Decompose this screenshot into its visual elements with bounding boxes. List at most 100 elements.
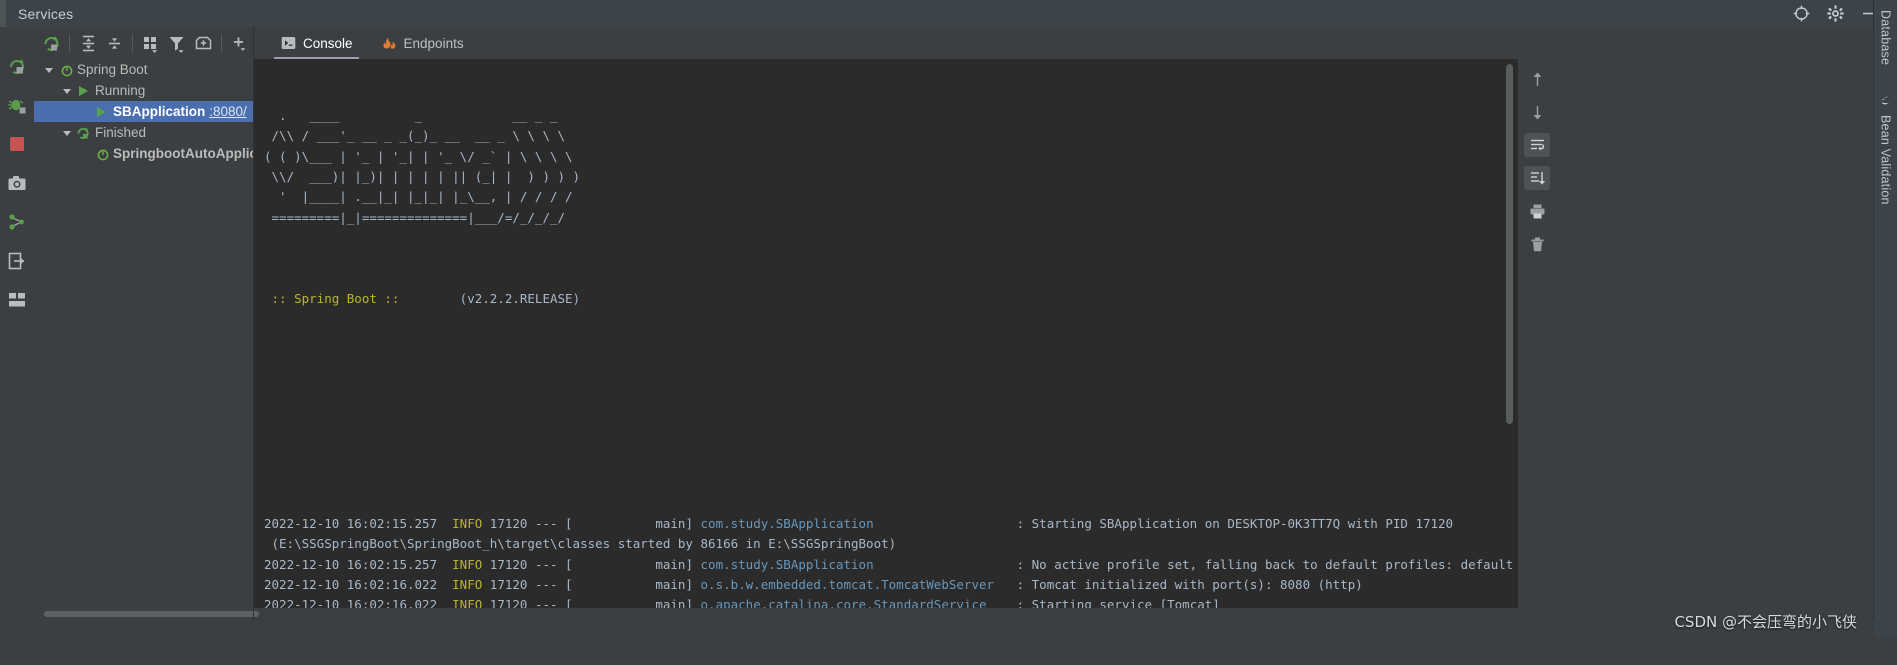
log-pid: 17120 --- [ <box>482 515 573 531</box>
structure-icon[interactable] <box>6 211 28 233</box>
log-logger: o.s.b.w.embedded.tomcat.TomcatWebServer <box>700 576 995 592</box>
log-timestamp: 2022-12-10 16:02:16.022 <box>264 597 453 608</box>
scroll-to-end-icon[interactable] <box>1524 166 1550 190</box>
tree-node-sbapplication[interactable]: SBApplication :8080/ <box>34 101 254 122</box>
tree-node-label: SpringbootAutoApplica <box>113 146 254 161</box>
banner-line: =========|_|==============|___/=/_/_/_/ <box>264 209 566 225</box>
titlebar: Services <box>0 0 1897 27</box>
log-pid: 17120 --- [ <box>482 556 573 572</box>
twisty-none <box>78 101 92 122</box>
log-thread: main] <box>572 556 701 572</box>
rerun-icon[interactable] <box>38 30 64 56</box>
spring-boot-version: (v2.2.2.RELEASE) <box>407 291 581 307</box>
soft-wrap-icon[interactable] <box>1524 133 1550 157</box>
right-tab-label: Database <box>1878 10 1893 66</box>
log-message: : No active profile set, falling back to… <box>873 556 1514 572</box>
right-tab-database[interactable]: Database <box>1874 10 1897 65</box>
banner-line: \\/ ___)| |_)| | | | | || (_| | ) ) ) ) <box>264 168 581 184</box>
application-port-link[interactable]: :8080/ <box>209 104 247 119</box>
spring-boot-ascii-banner: . ____ _ __ _ _ /\\ / ___'_ __ _ _(_)_ _… <box>264 106 1518 228</box>
banner-line: . ____ _ __ _ _ <box>264 107 558 123</box>
log-logger: o.apache.catalina.core.StandardService <box>700 597 987 608</box>
log-level: INFO <box>452 576 483 592</box>
console-vertical-scrollbar[interactable] <box>1505 64 1514 608</box>
banner-line: ' |____| .__|_| |_|_| |_\__, | / / / / <box>264 189 573 205</box>
toolbar-separator-3 <box>221 34 222 52</box>
add-tab-icon[interactable] <box>190 30 216 56</box>
tree-scrollbar-thumb[interactable] <box>44 611 259 617</box>
twisty-expanded-icon[interactable] <box>60 122 74 143</box>
tree-node-springbootautoapplication[interactable]: SpringbootAutoApplica <box>34 143 254 164</box>
right-tool-strip: Database Bean Validation <box>1874 0 1897 637</box>
tree-node-label: Finished <box>95 125 147 140</box>
endpoints-icon <box>381 35 397 51</box>
log-message: : Starting service [Tomcat] <box>986 597 1220 608</box>
toolbar-separator-2 <box>132 34 133 52</box>
log-timestamp: 2022-12-10 16:02:16.022 <box>264 576 453 592</box>
collapse-all-icon[interactable] <box>101 30 127 56</box>
watermark-text: CSDN @不会压弯的小飞侠 <box>1674 613 1857 631</box>
tree-node-finished[interactable]: Finished <box>34 122 254 143</box>
log-message: : Tomcat initialized with port(s): 8080 … <box>994 576 1363 592</box>
console-log-line: 2022-12-10 16:02:16.022 INFO 17120 --- [… <box>264 595 1518 608</box>
log-timestamp: 2022-12-10 16:02:15.257 <box>264 515 453 531</box>
debug-icon[interactable] <box>6 94 28 116</box>
console-log-line: (E:\SSGSpringBoot\SpringBoot_h\target\cl… <box>264 534 1518 554</box>
services-tree[interactable]: Spring Boot Running SBApplication :8080/ <box>34 59 254 608</box>
stop-icon[interactable] <box>6 133 28 155</box>
scroll-up-icon[interactable] <box>1524 67 1550 91</box>
twisty-none <box>78 143 92 164</box>
tree-horizontal-scrollbar[interactable] <box>34 608 259 620</box>
bottom-strip <box>0 620 1874 637</box>
tab-label: Console <box>303 35 353 51</box>
log-thread: main] <box>572 515 701 531</box>
banner-line: ( ( )\___ | '_ | '_| | '_ \/ _` | \ \ \ … <box>264 148 573 164</box>
console-log-line: 2022-12-10 16:02:16.022 INFO 17120 --- [… <box>264 575 1518 595</box>
filter-icon[interactable] <box>164 30 190 56</box>
twisty-expanded-icon[interactable] <box>42 59 56 80</box>
console-scrollbar-thumb[interactable] <box>1506 64 1513 424</box>
trash-icon[interactable] <box>1524 232 1550 256</box>
log-logger: com.study.SBApplication <box>700 515 874 531</box>
tab-endpoints[interactable]: Endpoints <box>367 27 478 59</box>
tree-node-spring-boot[interactable]: Spring Boot <box>34 59 254 80</box>
camera-icon[interactable] <box>6 172 28 194</box>
log-thread: main] <box>572 597 701 608</box>
log-level: INFO <box>452 515 483 531</box>
console-log-list: 2022-12-10 16:02:15.257 INFO 17120 --- [… <box>264 514 1518 608</box>
tree-node-label: SBApplication <box>113 104 206 119</box>
tab-console[interactable]: Console <box>266 27 367 59</box>
grid-icon[interactable] <box>6 289 28 311</box>
add-icon[interactable] <box>227 30 253 56</box>
log-level: INFO <box>452 597 483 608</box>
crosshair-icon[interactable] <box>1791 4 1811 24</box>
right-tab-bean-validation[interactable]: Bean Validation <box>1874 92 1897 205</box>
console-output[interactable]: . ____ _ __ _ _ /\\ / ___'_ __ _ _(_)_ _… <box>254 59 1518 608</box>
log-message: : Starting SBApplication on DESKTOP-0K3T… <box>873 515 1454 531</box>
console-gutter-actions <box>1518 59 1556 616</box>
tree-node-running[interactable]: Running <box>34 80 254 101</box>
spring-boot-icon <box>56 59 74 80</box>
log-plain-text: (E:\SSGSpringBoot\SpringBoot_h\target\cl… <box>264 536 897 552</box>
tree-node-label: Spring Boot <box>77 62 148 77</box>
tree-node-label: Running <box>95 83 146 98</box>
twisty-expanded-icon[interactable] <box>60 80 74 101</box>
run-restart-icon[interactable] <box>6 55 28 77</box>
log-level: INFO <box>452 556 483 572</box>
left-rail-filler <box>0 400 5 637</box>
print-icon[interactable] <box>1524 199 1550 223</box>
expand-all-icon[interactable] <box>75 30 101 56</box>
services-toolbar <box>34 27 258 59</box>
gear-icon[interactable] <box>1825 4 1845 24</box>
bean-validation-icon <box>1878 92 1893 110</box>
run-icon <box>74 80 92 101</box>
group-by-icon[interactable] <box>138 30 164 56</box>
log-thread: main] <box>572 576 701 592</box>
log-timestamp: 2022-12-10 16:02:15.257 <box>264 556 453 572</box>
log-logger: com.study.SBApplication <box>700 556 874 572</box>
exit-icon[interactable] <box>6 250 28 272</box>
console-icon <box>280 35 296 51</box>
scroll-down-icon[interactable] <box>1524 100 1550 124</box>
spring-boot-version-line: :: Spring Boot :: (v2.2.2.RELEASE) <box>264 289 1518 309</box>
